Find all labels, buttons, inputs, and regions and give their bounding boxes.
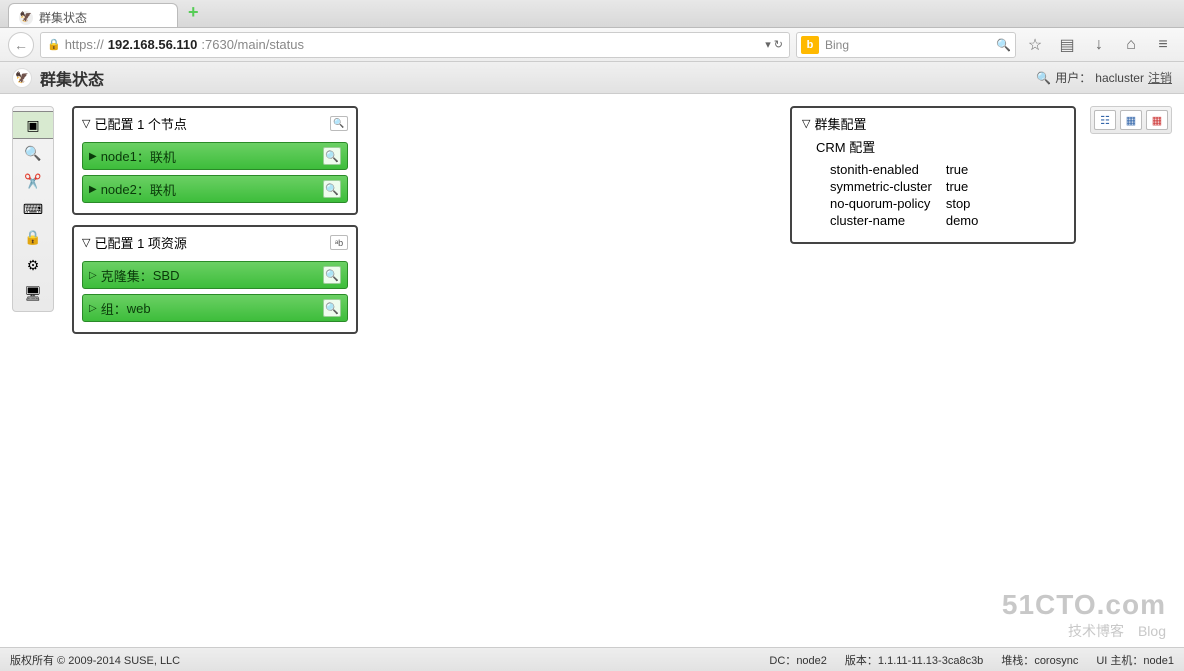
left-panels: ▽ 已配置 1 个节点 🔍 ▶ node1： 联机 🔍 ▶ node2： 联机 … [72, 106, 358, 334]
config-panel: ▽ 群集配置 CRM 配置 stonith-enabledtrue symmet… [790, 106, 1076, 244]
nodes-panel-header[interactable]: ▽ 已配置 1 个节点 🔍 [82, 114, 348, 137]
sidebar-item-monitor[interactable]: 🖥 [13, 279, 53, 307]
sidebar-item-status[interactable]: ▣ [13, 111, 53, 139]
chevron-down-icon: ▽ [802, 117, 810, 130]
detail-icon[interactable]: 🔍 [323, 180, 341, 198]
tab-favicon: 🦅 [19, 11, 33, 25]
play-icon: ▷ [89, 270, 97, 281]
bookmark-star-icon[interactable]: ☆ [1022, 32, 1048, 58]
browser-toolbar: ← 🔒 https:// 192.168.56.110:7630/main/sta… [0, 28, 1184, 62]
config-panel-title: 群集配置 [814, 114, 866, 133]
detail-icon[interactable]: 🔍 [323, 147, 341, 165]
footer-dc: DC：node2 [769, 652, 826, 668]
new-tab-button[interactable]: + [188, 2, 199, 23]
config-value: true [946, 179, 979, 194]
node-name: node2 [101, 182, 137, 197]
search-placeholder: Bing [825, 38, 990, 52]
config-key: symmetric-cluster [830, 179, 944, 194]
bing-icon: b [801, 36, 819, 54]
url-host: 192.168.56.110 [108, 37, 198, 52]
sidebar-item-keyboard[interactable]: ⌨ [13, 195, 53, 223]
sidebar: ▣ 🔍 ✂️ ⌨ 🔒 ⚙ 🖥 [12, 106, 54, 312]
config-value: stop [946, 196, 979, 211]
config-key: no-quorum-policy [830, 196, 944, 211]
crm-config-label: CRM 配置 [802, 135, 1064, 160]
resource-kind: 组 [101, 299, 114, 318]
tab-title: 群集状态 [39, 9, 87, 26]
node-row[interactable]: ▶ node1： 联机 🔍 [82, 142, 348, 170]
app-header: 🦅 群集状态 🔍 用户： hacluster 注销 [0, 62, 1184, 94]
sidebar-item-search[interactable]: 🔍 [13, 139, 53, 167]
play-icon: ▶ [89, 184, 97, 195]
resources-panel-header[interactable]: ▽ 已配置 1 项资源 ᵃb [82, 233, 348, 256]
detail-icon[interactable]: 🔍 [323, 266, 341, 284]
node-name: node1 [101, 149, 137, 164]
config-value: true [946, 162, 979, 177]
resource-name: SBD [153, 268, 180, 283]
config-value: demo [946, 213, 979, 228]
lock-icon: 🔒 [47, 38, 61, 51]
resources-panel-sort-icon[interactable]: ᵃb [330, 235, 348, 250]
play-icon: ▷ [89, 303, 97, 314]
play-icon: ▶ [89, 151, 97, 162]
search-icon[interactable]: 🔍 [996, 38, 1011, 52]
footer-host: UI 主机：node1 [1096, 652, 1174, 668]
nodes-panel-detail-icon[interactable]: 🔍 [330, 116, 348, 131]
view-grid-icon[interactable]: ▦ [1120, 110, 1142, 130]
config-panel-header[interactable]: ▽ 群集配置 [802, 114, 1064, 135]
crm-config-table: stonith-enabledtrue symmetric-clustertru… [802, 160, 980, 230]
user-name: hacluster [1095, 71, 1144, 85]
browser-tab[interactable]: 🦅 群集状态 [8, 3, 178, 27]
sidebar-item-lock[interactable]: 🔒 [13, 223, 53, 251]
node-status: 联机 [150, 180, 176, 199]
node-status: 联机 [150, 147, 176, 166]
home-icon[interactable]: ⌂ [1118, 32, 1144, 58]
view-list-icon[interactable]: ☷ [1094, 110, 1116, 130]
view-toggle-group: ☷ ▦ ▦ [1090, 106, 1172, 134]
url-scheme: https:// [65, 37, 104, 52]
chevron-down-icon: ▽ [82, 236, 90, 249]
page-title: 群集状态 [40, 66, 104, 90]
browser-tab-strip: 🦅 群集状态 + [0, 0, 1184, 28]
footer-version: 版本：1.1.11-11.13-3ca8c3b [845, 652, 983, 668]
sidebar-item-tools[interactable]: ✂️ [13, 167, 53, 195]
reload-dropdown[interactable]: ▾ ↻ [765, 38, 783, 51]
right-column: ▽ 群集配置 CRM 配置 stonith-enabledtrue symmet… [790, 106, 1172, 244]
table-row: no-quorum-policystop [830, 196, 978, 211]
url-bar[interactable]: 🔒 https:// 192.168.56.110:7630/main/statu… [40, 32, 790, 58]
user-area: 🔍 用户： hacluster 注销 [1036, 69, 1172, 86]
resources-panel-title: 已配置 1 项资源 [94, 233, 186, 252]
chevron-down-icon: ▽ [82, 117, 90, 130]
app-body: ▣ 🔍 ✂️ ⌨ 🔒 ⚙ 🖥 ▽ 已配置 1 个节点 🔍 ▶ node1： 联机… [0, 94, 1184, 647]
node-row[interactable]: ▶ node2： 联机 🔍 [82, 175, 348, 203]
user-search-icon[interactable]: 🔍 [1036, 71, 1051, 85]
search-bar[interactable]: b Bing 🔍 [796, 32, 1016, 58]
resource-row[interactable]: ▷ 组： web 🔍 [82, 294, 348, 322]
back-button[interactable]: ← [8, 32, 34, 58]
config-key: stonith-enabled [830, 162, 944, 177]
copyright: 版权所有 © 2009-2014 SUSE, LLC [10, 652, 180, 668]
resources-panel: ▽ 已配置 1 项资源 ᵃb ▷ 克隆集： SBD 🔍 ▷ 组： web 🔍 [72, 225, 358, 334]
user-label: 用户： [1055, 69, 1091, 86]
downloads-icon[interactable]: ↓ [1086, 32, 1112, 58]
url-path: :7630/main/status [201, 37, 304, 52]
table-row: cluster-namedemo [830, 213, 978, 228]
config-key: cluster-name [830, 213, 944, 228]
nodes-panel: ▽ 已配置 1 个节点 🔍 ▶ node1： 联机 🔍 ▶ node2： 联机 … [72, 106, 358, 215]
detail-icon[interactable]: 🔍 [323, 299, 341, 317]
resource-row[interactable]: ▷ 克隆集： SBD 🔍 [82, 261, 348, 289]
resource-name: web [127, 301, 151, 316]
library-icon[interactable]: ▤ [1054, 32, 1080, 58]
menu-icon[interactable]: ≡ [1150, 32, 1176, 58]
footer: 版权所有 © 2009-2014 SUSE, LLC DC：node2 版本：1… [0, 647, 1184, 671]
resource-kind: 克隆集 [101, 266, 140, 285]
logout-link[interactable]: 注销 [1148, 69, 1172, 86]
footer-stack: 堆栈：corosync [1001, 652, 1078, 668]
view-mixed-icon[interactable]: ▦ [1146, 110, 1168, 130]
sidebar-item-settings[interactable]: ⚙ [13, 251, 53, 279]
table-row: stonith-enabledtrue [830, 162, 978, 177]
nodes-panel-title: 已配置 1 个节点 [94, 114, 186, 133]
app-logo-icon: 🦅 [12, 68, 32, 88]
table-row: symmetric-clustertrue [830, 179, 978, 194]
